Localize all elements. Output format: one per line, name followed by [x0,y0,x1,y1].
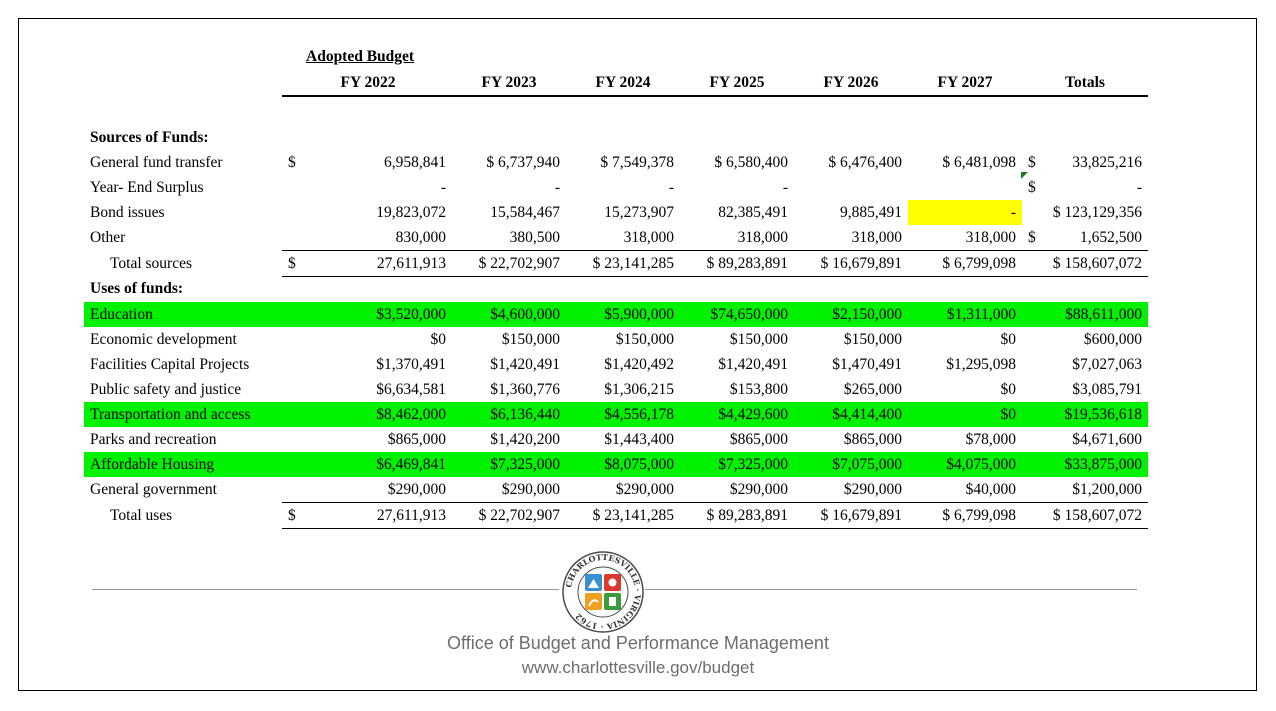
table-row: Public safety and justice $6,634,581 $1,… [90,380,1142,398]
year-header: FY 2024 [566,66,680,97]
highlighted-cell: - [908,200,1022,225]
adopted-budget-label: Adopted Budget [306,48,415,65]
table-row: Other 830,000 380,500 318,000 318,000 31… [90,228,1142,246]
year-header: FY 2027 [908,66,1022,97]
table-row: Bond issues 19,823,072 15,584,467 15,273… [84,200,1148,225]
table-row: Facilities Capital Projects $1,370,491 $… [90,355,1142,373]
table-row: Education $3,520,000 $4,600,000 $5,900,0… [84,302,1148,327]
sources-section-title: Sources of Funds: [90,128,209,146]
year-header: FY 2022 [282,66,452,97]
total-uses-row: Total uses $ 27,611,913 $ 22,702,907 $ 2… [84,502,1148,529]
total-sources-row: Total sources $ 27,611,913 $ 22,702,907 … [84,250,1148,277]
footer-divider-right [645,589,1137,590]
totals-header: Totals [1022,66,1148,97]
table-row: Affordable Housing $6,469,841 $7,325,000… [84,452,1148,477]
uses-section-title: Uses of funds: [90,280,184,298]
budget-table: Adopted Budget FY 2022 FY 2023 FY 2024 F… [84,44,1148,529]
table-row: Economic development $0 $150,000 $150,00… [90,330,1142,348]
header-top-row: Adopted Budget [84,44,1148,66]
footer-divider-left [92,589,559,590]
table-row: Parks and recreation $865,000 $1,420,200… [90,430,1142,448]
table-row: Transportation and access $8,462,000 $6,… [84,402,1148,427]
office-url[interactable]: www.charlottesville.gov/budget [0,658,1276,678]
year-header-row: FY 2022 FY 2023 FY 2024 FY 2025 FY 2026 … [84,66,1148,97]
comment-marker-icon [1021,172,1028,179]
table-row: General government $290,000 $290,000 $29… [84,477,1148,503]
city-seal-icon: CHARLOTTESVILLE · VIRGINIA · 1762 [562,551,644,633]
year-header: FY 2023 [452,66,566,97]
year-header: FY 2026 [794,66,908,97]
table-row: General fund transfer $ 6,958,841 $ 6,73… [90,153,1142,171]
table-row: Year- End Surplus - - - - $ - [90,178,1142,196]
office-name: Office of Budget and Performance Managem… [447,633,829,653]
year-header: FY 2025 [680,66,794,97]
